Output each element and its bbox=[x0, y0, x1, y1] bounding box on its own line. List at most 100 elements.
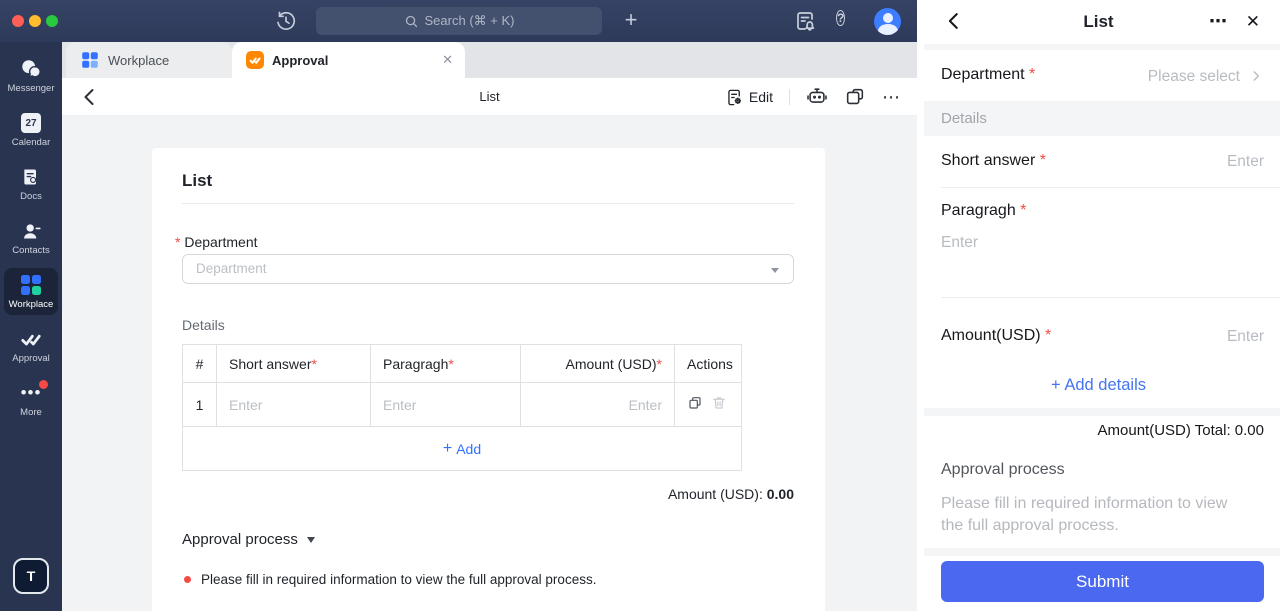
paragraph-placeholder: Enter bbox=[941, 234, 978, 252]
edit-button[interactable]: Edit bbox=[725, 88, 773, 107]
header-divider bbox=[789, 89, 790, 105]
search-input[interactable]: Search (⌘ + K) bbox=[316, 7, 602, 35]
col-amount: Amount (USD)* bbox=[521, 345, 675, 382]
tab-strip: Workplace Approval ✕ bbox=[62, 42, 917, 78]
app-sidebar: Messenger 27 Calendar Docs bbox=[0, 42, 62, 611]
details-label: Details bbox=[941, 110, 987, 127]
history-icon[interactable] bbox=[274, 9, 298, 33]
amount-total: Amount (USD): 0.00 bbox=[668, 486, 794, 502]
tab-label: Workplace bbox=[108, 53, 169, 68]
sidebar-item-calendar[interactable]: 27 Calendar bbox=[4, 106, 58, 153]
paragraph-input[interactable]: Enter bbox=[371, 383, 521, 426]
row-actions bbox=[675, 383, 739, 426]
workplace-grid-icon bbox=[20, 274, 42, 296]
required-asterisk: * bbox=[175, 234, 180, 250]
section-gap bbox=[924, 548, 1280, 556]
department-label: Department * bbox=[941, 66, 1035, 84]
red-dot-icon bbox=[184, 576, 191, 583]
department-placeholder: Department bbox=[196, 261, 267, 276]
sidebar-item-label: Workplace bbox=[9, 299, 54, 310]
sidebar-item-label: Approval bbox=[12, 353, 50, 364]
add-details-button[interactable]: + Add details bbox=[917, 376, 1280, 395]
more-dots-icon: ••• bbox=[20, 382, 42, 404]
main-content: List * Department Department Details # S… bbox=[62, 116, 917, 611]
tab-label: Approval bbox=[272, 53, 328, 68]
print-icon[interactable] bbox=[806, 86, 828, 108]
open-in-window-icon[interactable] bbox=[844, 86, 866, 108]
form-title: List bbox=[182, 171, 212, 191]
section-gap bbox=[924, 44, 1280, 50]
tenant-avatar[interactable]: T bbox=[13, 558, 49, 594]
sidebar-item-more[interactable]: ••• More bbox=[4, 376, 58, 423]
sidebar-item-contacts[interactable]: Contacts bbox=[4, 214, 58, 261]
user-avatar[interactable] bbox=[874, 8, 901, 35]
plus-icon: + bbox=[1051, 376, 1061, 394]
short-answer-placeholder: Enter bbox=[1227, 153, 1264, 171]
sidebar-item-label: More bbox=[20, 407, 42, 418]
app-window: Search (⌘ + K) + ? bbox=[0, 0, 1280, 611]
announcement-icon[interactable] bbox=[793, 9, 817, 33]
messenger-icon bbox=[20, 58, 42, 80]
sidebar-item-messenger[interactable]: Messenger bbox=[4, 52, 58, 99]
more-actions-icon[interactable]: ⋯ bbox=[1209, 0, 1228, 42]
help-icon[interactable]: ? bbox=[834, 9, 858, 33]
more-actions-icon[interactable]: ⋯ bbox=[882, 86, 901, 108]
short-answer-input[interactable]: Enter bbox=[217, 383, 371, 426]
tab-workplace[interactable]: Workplace bbox=[66, 42, 232, 78]
docs-icon bbox=[20, 166, 42, 188]
chevron-down-icon bbox=[771, 268, 779, 273]
tab-close-icon[interactable]: ✕ bbox=[442, 52, 453, 68]
field-divider bbox=[941, 187, 1280, 188]
plus-icon: + bbox=[443, 440, 452, 458]
col-actions: Actions bbox=[675, 345, 739, 382]
amount-placeholder: Enter bbox=[1227, 328, 1264, 346]
calendar-icon: 27 bbox=[20, 112, 42, 134]
amount-input[interactable]: Enter bbox=[521, 383, 675, 426]
table-row: 1 Enter Enter Enter bbox=[183, 383, 741, 427]
sidebar-item-label: Docs bbox=[20, 191, 42, 202]
search-placeholder: Search (⌘ + K) bbox=[425, 13, 515, 29]
table-header-row: # Short answer* Paragragh* Amount (USD)*… bbox=[183, 345, 741, 383]
window-titlebar: Search (⌘ + K) + ? bbox=[0, 0, 917, 42]
sidebar-item-workplace[interactable]: Workplace bbox=[4, 268, 58, 315]
approval-notice: Please fill in required information to v… bbox=[184, 572, 596, 587]
sidebar-item-label: Calendar bbox=[12, 137, 51, 148]
total-value: 0.00 bbox=[1235, 422, 1264, 439]
sidebar-item-docs[interactable]: Docs bbox=[4, 160, 58, 207]
mobile-preview-panel: List ⋯ ✕ Department * Please select Deta… bbox=[917, 0, 1280, 611]
submit-button[interactable]: Submit bbox=[941, 561, 1264, 602]
approval-check-icon bbox=[20, 328, 42, 350]
form-card: List * Department Department Details # S… bbox=[152, 148, 825, 611]
chevron-down-icon bbox=[307, 537, 315, 543]
preview-amount-total: Amount(USD) Total: 0.00 bbox=[1098, 422, 1264, 439]
close-icon[interactable]: ✕ bbox=[1246, 0, 1260, 44]
add-row-button[interactable]: + Add bbox=[183, 427, 741, 470]
row-index: 1 bbox=[183, 383, 217, 426]
details-table: # Short answer* Paragragh* Amount (USD)*… bbox=[182, 344, 742, 471]
new-tab-button[interactable]: + bbox=[619, 6, 643, 34]
paragraph-label: Paragragh * bbox=[941, 202, 1026, 220]
edit-form-icon bbox=[725, 88, 744, 107]
section-gap bbox=[924, 408, 1280, 416]
traffic-zoom-button[interactable] bbox=[46, 15, 58, 27]
traffic-minimize-button[interactable] bbox=[29, 15, 41, 27]
sidebar-item-approval[interactable]: Approval bbox=[4, 322, 58, 369]
col-paragraph: Paragragh* bbox=[371, 345, 521, 382]
delete-row-icon[interactable] bbox=[711, 395, 727, 414]
amount-total-value: 0.00 bbox=[767, 486, 794, 502]
tab-approval[interactable]: Approval ✕ bbox=[232, 42, 465, 78]
preview-header: List ⋯ ✕ bbox=[917, 0, 1280, 44]
sidebar-item-label: Messenger bbox=[8, 83, 55, 94]
approval-process-toggle[interactable]: Approval process bbox=[182, 531, 315, 548]
department-select[interactable]: Department bbox=[182, 254, 794, 284]
approval-process-notice: Please fill in required information to v… bbox=[941, 493, 1252, 537]
department-placeholder: Please select bbox=[1148, 68, 1240, 86]
workplace-grid-icon bbox=[82, 52, 98, 68]
duplicate-row-icon[interactable] bbox=[687, 395, 703, 414]
short-answer-label: Short answer * bbox=[941, 152, 1046, 170]
field-divider bbox=[941, 297, 1280, 298]
avatar-person-icon bbox=[883, 13, 893, 23]
notification-badge bbox=[39, 380, 48, 389]
sidebar-item-label: Contacts bbox=[12, 245, 50, 256]
traffic-close-button[interactable] bbox=[12, 15, 24, 27]
